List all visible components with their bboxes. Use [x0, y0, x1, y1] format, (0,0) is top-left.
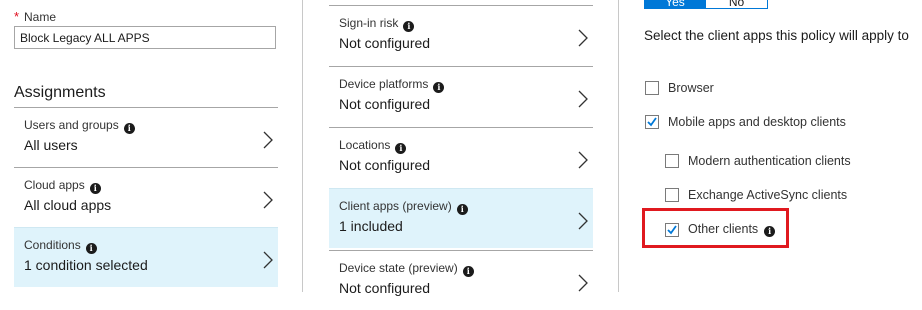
client-apps-label: Client apps (preview) — [339, 199, 452, 213]
toggle-no-button[interactable]: No — [706, 0, 768, 9]
row-label-wrap: Users and groups i — [24, 118, 135, 134]
column-divider-2 — [618, 0, 619, 292]
row-label-wrap: Device state (preview) i — [339, 261, 474, 277]
info-icon[interactable]: i — [123, 123, 135, 134]
row-label-wrap: Conditions i — [24, 238, 97, 254]
client-apps-value: 1 included — [339, 218, 403, 234]
exchange-activesync-label: Exchange ActiveSync clients — [688, 188, 848, 202]
chevron-right-icon — [263, 191, 273, 209]
info-icon[interactable]: i — [403, 21, 415, 32]
row-label-wrap: Locations i — [339, 138, 407, 154]
users-and-groups-label: Users and groups — [24, 118, 119, 132]
conditions-value: 1 condition selected — [24, 257, 148, 273]
toggle-yes-button[interactable]: Yes — [644, 0, 706, 9]
locations-label: Locations — [339, 138, 391, 152]
info-icon[interactable]: i — [85, 243, 97, 254]
cloud-apps-value: All cloud apps — [24, 197, 112, 213]
chevron-right-icon — [578, 29, 588, 47]
exchange-activesync-checkbox[interactable] — [665, 188, 679, 202]
option-modern-auth[interactable]: Modern authentication clients — [665, 154, 851, 168]
configure-toggle: Yes No — [644, 0, 768, 10]
column-divider-1 — [302, 0, 303, 292]
checkmark-icon — [647, 117, 657, 127]
chevron-right-icon — [578, 274, 588, 292]
required-marker: * — [14, 9, 20, 24]
policy-name-input[interactable] — [14, 26, 276, 49]
condition-sign-in-risk[interactable]: Sign-in risk i Not configured — [329, 5, 593, 65]
assignment-users-and-groups[interactable]: Users and groups i All users — [14, 107, 278, 167]
cloud-apps-label: Cloud apps — [24, 178, 85, 192]
conditions-label: Conditions — [24, 238, 81, 252]
annotation-highlight-box — [642, 208, 789, 248]
assignments-title: Assignments — [14, 84, 106, 101]
users-and-groups-value: All users — [24, 137, 78, 153]
browser-checkbox[interactable] — [645, 81, 659, 95]
chevron-right-icon — [263, 131, 273, 149]
option-mobile-desktop[interactable]: Mobile apps and desktop clients — [645, 115, 846, 129]
info-icon[interactable]: i — [395, 143, 407, 154]
info-icon[interactable]: i — [89, 183, 101, 194]
modern-auth-checkbox[interactable] — [665, 154, 679, 168]
assignment-cloud-apps[interactable]: Cloud apps i All cloud apps — [14, 167, 278, 227]
locations-value: Not configured — [339, 157, 431, 173]
mobile-desktop-label: Mobile apps and desktop clients — [668, 115, 846, 129]
condition-client-apps[interactable]: Client apps (preview) i 1 included — [329, 188, 593, 248]
row-label-wrap: Device platforms i — [339, 77, 445, 93]
mobile-desktop-checkbox[interactable] — [645, 115, 659, 129]
device-platforms-value: Not configured — [339, 96, 431, 112]
assignment-conditions[interactable]: Conditions i 1 condition selected — [14, 227, 278, 287]
chevron-right-icon — [578, 90, 588, 108]
chevron-right-icon — [578, 151, 588, 169]
row-label-wrap: Cloud apps i — [24, 178, 101, 194]
condition-locations[interactable]: Locations i Not configured — [329, 127, 593, 187]
sign-in-risk-value: Not configured — [339, 35, 431, 51]
device-state-value: Not configured — [339, 280, 431, 296]
info-icon[interactable]: i — [462, 266, 474, 277]
device-state-label: Device state (preview) — [339, 261, 458, 275]
option-browser[interactable]: Browser — [645, 81, 714, 95]
browser-label: Browser — [668, 81, 714, 95]
chevron-right-icon — [578, 212, 588, 230]
option-exchange-activesync[interactable]: Exchange ActiveSync clients — [665, 188, 847, 202]
condition-device-platforms[interactable]: Device platforms i Not configured — [329, 66, 593, 126]
modern-auth-label: Modern authentication clients — [688, 154, 851, 168]
row-label-wrap: Client apps (preview) i — [339, 199, 468, 215]
info-icon[interactable]: i — [456, 204, 468, 215]
condition-device-state[interactable]: Device state (preview) i Not configured — [329, 250, 593, 310]
name-label: Name — [24, 10, 57, 24]
device-platforms-label: Device platforms — [339, 77, 429, 91]
sign-in-risk-label: Sign-in risk — [339, 16, 399, 30]
client-apps-instruction: Select the client apps this policy will … — [644, 28, 909, 43]
info-icon[interactable]: i — [433, 82, 445, 93]
chevron-right-icon — [263, 251, 273, 269]
row-label-wrap: Sign-in risk i — [339, 16, 415, 32]
